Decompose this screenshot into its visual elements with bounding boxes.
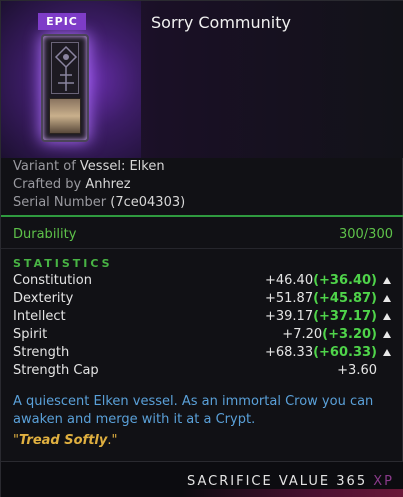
- item-header: EPIC Sorry Community: [1, 1, 403, 158]
- xp-unit: XP: [373, 474, 394, 489]
- up-arrow-icon: [383, 277, 391, 284]
- stat-row: Intellect +39.17(+37.17): [13, 309, 393, 327]
- durability-value: 300/300: [338, 227, 393, 242]
- durability-label: Durability: [13, 227, 77, 242]
- stat-row: Spirit +7.20(+3.20): [13, 327, 393, 345]
- stat-bonus: (+37.17): [313, 309, 377, 324]
- quote-text: Tread Softly: [18, 433, 108, 448]
- stat-name: Strength Cap: [13, 363, 99, 378]
- durability-row: Durability 300/300: [13, 227, 393, 242]
- item-quote: "Tread Softly.": [13, 433, 117, 448]
- crafted-row: Crafted by Anhrez: [13, 177, 131, 192]
- variant-value: Vessel: Elken: [79, 159, 165, 174]
- stat-bonus: (+60.33): [313, 345, 377, 360]
- item-tooltip: EPIC Sorry Community Variant of Vessel: …: [0, 0, 403, 497]
- stat-row: Strength Cap +3.60: [13, 363, 393, 381]
- portrait-image: [49, 98, 81, 134]
- divider: [1, 215, 403, 217]
- statistics-header: STATISTICS: [13, 257, 113, 270]
- rarity-badge: EPIC: [38, 13, 86, 30]
- stat-base: +46.40: [264, 273, 314, 288]
- stat-bonus: (+3.20): [322, 327, 377, 342]
- emblem-icon: [51, 42, 79, 94]
- up-arrow-icon: [383, 331, 391, 338]
- stat-base: +51.87: [264, 291, 314, 306]
- divider: [1, 248, 403, 249]
- stat-name: Constitution: [13, 273, 92, 288]
- stat-base: +68.33: [264, 345, 314, 360]
- serial-label: Serial Number: [13, 195, 107, 210]
- serial-value: (7ce04303): [110, 195, 186, 210]
- stat-name: Dexterity: [13, 291, 74, 306]
- stat-row: Constitution +46.40(+36.40): [13, 273, 393, 291]
- up-arrow-icon: [383, 295, 391, 302]
- stat-row: Dexterity +51.87(+45.87): [13, 291, 393, 309]
- stat-name: Intellect: [13, 309, 66, 324]
- stat-row: Strength +68.33(+60.33): [13, 345, 393, 363]
- variant-label: Variant of: [13, 159, 76, 174]
- sacrifice-label: SACRIFICE VALUE: [187, 474, 331, 489]
- serial-row: Serial Number (7ce04303): [13, 195, 185, 210]
- sacrifice-value: SACRIFICE VALUE 365 XP: [187, 474, 394, 489]
- footer-glow: [181, 489, 403, 497]
- item-description: A quiescent Elken vessel. As an immortal…: [13, 394, 374, 427]
- item-title: Sorry Community: [151, 13, 291, 32]
- stat-name: Spirit: [13, 327, 48, 342]
- stat-bonus: (+36.40): [313, 273, 377, 288]
- stat-bonus: (+45.87): [313, 291, 377, 306]
- sacrifice-amount: 365: [336, 474, 368, 489]
- stat-base: +39.17: [264, 309, 314, 324]
- variant-row: Variant of Vessel: Elken: [13, 159, 165, 174]
- item-art: EPIC: [1, 1, 141, 158]
- quote-close: .": [107, 433, 118, 448]
- stat-base: +7.20: [282, 327, 323, 342]
- stat-base: +3.60: [337, 363, 377, 378]
- vessel-icon: [41, 34, 89, 142]
- stat-name: Strength: [13, 345, 70, 360]
- crafted-value: Anhrez: [85, 177, 131, 192]
- crafted-label: Crafted by: [13, 177, 82, 192]
- up-arrow-icon: [383, 313, 391, 320]
- up-arrow-icon: [383, 349, 391, 356]
